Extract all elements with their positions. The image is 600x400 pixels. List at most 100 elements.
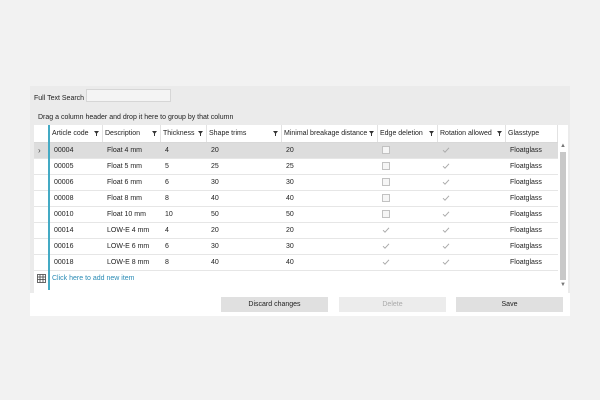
table-row[interactable]: 00016 LOW-E 6 mm 6 30 30 Floatglass <box>34 239 558 255</box>
cell-glasstype[interactable]: Floatglass <box>510 239 542 254</box>
row-indicator[interactable] <box>34 159 48 174</box>
vertical-scrollbar[interactable]: ▲ ▼ <box>558 142 568 290</box>
table-row[interactable]: 00014 LOW-E 4 mm 4 20 20 Floatglass <box>34 223 558 239</box>
cell-thickness[interactable]: 4 <box>165 223 169 238</box>
filter-icon[interactable] <box>497 131 502 136</box>
rotation-allowed-checkbox[interactable] <box>442 226 450 234</box>
cell-article-code[interactable]: 00016 <box>54 239 73 254</box>
cell-description[interactable]: Float 5 mm <box>107 159 142 174</box>
discard-changes-button[interactable]: Discard changes <box>221 297 328 312</box>
row-indicator[interactable] <box>34 207 48 222</box>
rotation-allowed-checkbox[interactable] <box>442 178 450 186</box>
cell-minimal-breakage-distance[interactable]: 25 <box>286 159 294 174</box>
cell-minimal-breakage-distance[interactable]: 30 <box>286 175 294 190</box>
cell-shape-trims[interactable]: 40 <box>211 191 219 206</box>
cell-description[interactable]: Float 4 mm <box>107 143 142 158</box>
edge-deletion-checkbox[interactable] <box>382 242 390 250</box>
column-header-glasstype[interactable]: Glasstype <box>506 125 558 142</box>
add-new-item-link[interactable]: Click here to add new item <box>52 271 134 287</box>
cell-thickness[interactable]: 8 <box>165 191 169 206</box>
rotation-allowed-checkbox[interactable] <box>442 162 450 170</box>
filter-icon[interactable] <box>429 131 434 136</box>
cell-shape-trims[interactable]: 20 <box>211 143 219 158</box>
table-row[interactable]: › 00004 Float 4 mm 4 20 20 Floatglass <box>34 143 558 159</box>
column-header-article-code[interactable]: Article code <box>50 125 103 142</box>
row-indicator[interactable] <box>34 191 48 206</box>
add-new-item-row[interactable]: Click here to add new item <box>34 271 558 287</box>
rotation-allowed-checkbox[interactable] <box>442 258 450 266</box>
cell-thickness[interactable]: 6 <box>165 175 169 190</box>
cell-description[interactable]: Float 8 mm <box>107 191 142 206</box>
cell-shape-trims[interactable]: 50 <box>211 207 219 222</box>
cell-minimal-breakage-distance[interactable]: 20 <box>286 223 294 238</box>
cell-thickness[interactable]: 10 <box>165 207 173 222</box>
table-row[interactable]: 00018 LOW-E 8 mm 8 40 40 Floatglass <box>34 255 558 271</box>
cell-description[interactable]: LOW-E 6 mm <box>107 239 149 254</box>
cell-shape-trims[interactable]: 40 <box>211 255 219 270</box>
cell-description[interactable]: Float 10 mm <box>107 207 146 222</box>
filter-icon[interactable] <box>273 131 278 136</box>
group-by-hint[interactable]: Drag a column header and drop it here to… <box>38 113 233 122</box>
rotation-allowed-checkbox[interactable] <box>442 210 450 218</box>
cell-glasstype[interactable]: Floatglass <box>510 207 542 222</box>
scroll-up-icon[interactable]: ▲ <box>558 142 568 151</box>
save-button[interactable]: Save <box>456 297 563 312</box>
cell-description[interactable]: LOW-E 8 mm <box>107 255 149 270</box>
table-row[interactable]: 00010 Float 10 mm 10 50 50 Floatglass <box>34 207 558 223</box>
table-row[interactable]: 00005 Float 5 mm 5 25 25 Floatglass <box>34 159 558 175</box>
cell-shape-trims[interactable]: 25 <box>211 159 219 174</box>
delete-button[interactable]: Delete <box>339 297 446 312</box>
cell-thickness[interactable]: 6 <box>165 239 169 254</box>
row-indicator[interactable] <box>34 239 48 254</box>
edge-deletion-checkbox[interactable] <box>382 162 390 170</box>
cell-article-code[interactable]: 00004 <box>54 143 73 158</box>
cell-shape-trims[interactable]: 30 <box>211 239 219 254</box>
edge-deletion-checkbox[interactable] <box>382 210 390 218</box>
table-row[interactable]: 00008 Float 8 mm 8 40 40 Floatglass <box>34 191 558 207</box>
edge-deletion-checkbox[interactable] <box>382 258 390 266</box>
cell-glasstype[interactable]: Floatglass <box>510 255 542 270</box>
edge-deletion-checkbox[interactable] <box>382 226 390 234</box>
cell-article-code[interactable]: 00014 <box>54 223 73 238</box>
cell-description[interactable]: Float 6 mm <box>107 175 142 190</box>
edge-deletion-checkbox[interactable] <box>382 146 390 154</box>
cell-shape-trims[interactable]: 20 <box>211 223 219 238</box>
filter-icon[interactable] <box>198 131 203 136</box>
cell-glasstype[interactable]: Floatglass <box>510 223 542 238</box>
cell-minimal-breakage-distance[interactable]: 20 <box>286 143 294 158</box>
column-header-description[interactable]: Description <box>103 125 161 142</box>
cell-minimal-breakage-distance[interactable]: 40 <box>286 191 294 206</box>
filter-icon[interactable] <box>369 131 374 136</box>
cell-glasstype[interactable]: Floatglass <box>510 159 542 174</box>
column-header-shape-trims[interactable]: Shape trims <box>207 125 282 142</box>
cell-article-code[interactable]: 00018 <box>54 255 73 270</box>
cell-minimal-breakage-distance[interactable]: 30 <box>286 239 294 254</box>
cell-glasstype[interactable]: Floatglass <box>510 191 542 206</box>
cell-article-code[interactable]: 00006 <box>54 175 73 190</box>
table-row[interactable]: 00006 Float 6 mm 6 30 30 Floatglass <box>34 175 558 191</box>
row-indicator[interactable] <box>34 175 48 190</box>
cell-thickness[interactable]: 4 <box>165 143 169 158</box>
cell-thickness[interactable]: 5 <box>165 159 169 174</box>
row-indicator[interactable]: › <box>34 143 48 158</box>
edge-deletion-checkbox[interactable] <box>382 194 390 202</box>
cell-article-code[interactable]: 00010 <box>54 207 73 222</box>
cell-minimal-breakage-distance[interactable]: 50 <box>286 207 294 222</box>
scroll-thumb[interactable] <box>560 152 566 280</box>
filter-icon[interactable] <box>152 131 157 136</box>
column-header-minimal-breakage-distance[interactable]: Minimal breakage distance <box>282 125 378 142</box>
cell-thickness[interactable]: 8 <box>165 255 169 270</box>
filter-icon[interactable] <box>94 131 99 136</box>
cell-article-code[interactable]: 00005 <box>54 159 73 174</box>
search-input[interactable] <box>86 89 171 102</box>
cell-article-code[interactable]: 00008 <box>54 191 73 206</box>
column-header-edge-deletion[interactable]: Edge deletion <box>378 125 438 142</box>
rotation-allowed-checkbox[interactable] <box>442 194 450 202</box>
edge-deletion-checkbox[interactable] <box>382 178 390 186</box>
cell-shape-trims[interactable]: 30 <box>211 175 219 190</box>
row-indicator[interactable] <box>34 223 48 238</box>
rotation-allowed-checkbox[interactable] <box>442 146 450 154</box>
cell-description[interactable]: LOW-E 4 mm <box>107 223 149 238</box>
column-header-thickness[interactable]: Thickness <box>161 125 207 142</box>
column-header-rotation-allowed[interactable]: Rotation allowed <box>438 125 506 142</box>
